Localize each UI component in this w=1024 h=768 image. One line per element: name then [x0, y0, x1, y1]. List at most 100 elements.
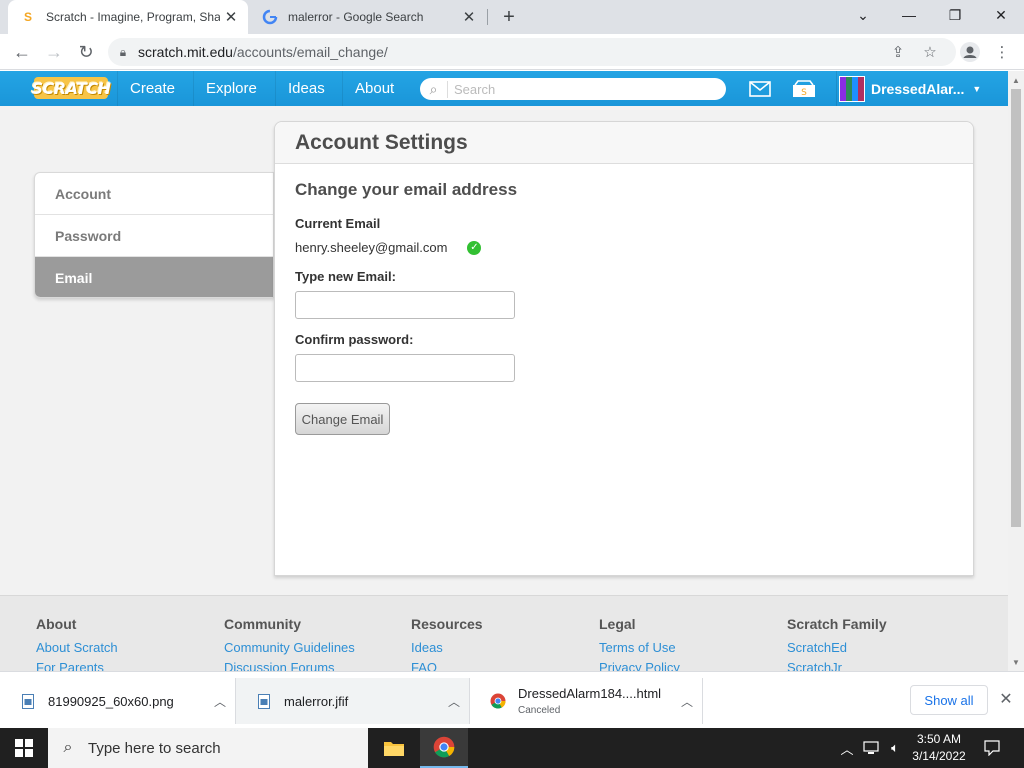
windows-taskbar: ⌕ Type here to search ︿ 🔈︎ 3:50 AM 3/14/… [0, 728, 1024, 768]
page-scrollbar[interactable]: ▲ ▼ [1008, 71, 1024, 671]
sidebar-item-account[interactable]: Account [35, 173, 273, 215]
google-icon [262, 9, 278, 25]
new-tab-icon[interactable]: + [498, 6, 520, 28]
tab-search-chevron-icon[interactable]: ⌄ [840, 0, 886, 30]
windows-start-icon[interactable] [0, 728, 48, 768]
close-tab-icon[interactable]: ✕ [458, 6, 480, 28]
url-host: scratch.mit.edu [138, 44, 233, 60]
forward-arrow-icon[interactable]: → [40, 38, 68, 66]
nav-explore[interactable]: Explore [193, 71, 269, 106]
chevron-up-icon[interactable]: ︿ [205, 693, 235, 710]
footer-link[interactable]: Ideas [411, 640, 483, 655]
messages-icon[interactable] [748, 78, 772, 100]
volume-icon[interactable]: 🔈︎ [884, 728, 906, 768]
show-hidden-icons-icon[interactable]: ︿ [838, 728, 856, 768]
download-item[interactable]: 81990925_60x60.png ︿ [0, 678, 236, 724]
footer-link[interactable]: For Parents [36, 660, 118, 671]
search-input[interactable]: ⌕ Search [420, 78, 726, 100]
back-arrow-icon[interactable]: ← [8, 38, 36, 66]
taskbar-search-input[interactable]: ⌕ Type here to search [48, 728, 368, 768]
notifications-icon[interactable] [980, 728, 1004, 768]
current-email-label: Current Email [295, 216, 381, 231]
footer-link[interactable]: Community Guidelines [224, 640, 355, 655]
footer-column-community: Community Community Guidelines Discussio… [224, 616, 355, 671]
footer-heading: Legal [599, 616, 636, 632]
current-email-row: henry.sheeley@gmail.com ✓ [295, 240, 953, 255]
main-content: Account Password Email Account Settings … [0, 106, 1008, 595]
confirm-password-label: Confirm password: [295, 332, 414, 347]
minimize-icon[interactable]: — [886, 0, 932, 30]
footer-link[interactable]: FAQ [411, 660, 483, 671]
footer-link[interactable]: ScratchJr [787, 660, 887, 671]
reload-icon[interactable]: ↻ [72, 38, 100, 66]
chevron-up-icon[interactable]: ︿ [439, 693, 469, 710]
clock-date: 3/14/2022 [912, 749, 966, 763]
url-path: /accounts/email_change/ [232, 44, 388, 60]
download-item[interactable]: DressedAlarm184....html Canceled ︿ [470, 678, 703, 724]
tab-scratch[interactable]: S Scratch - Imagine, Program, Share ✕ [8, 0, 248, 34]
share-icon[interactable]: ⇪ [884, 38, 912, 66]
verified-check-icon: ✓ [467, 240, 482, 255]
search-icon: ⌕ [63, 739, 73, 756]
chrome-menu-icon[interactable]: ⋮ [988, 38, 1016, 66]
settings-sidebar: Account Password Email [34, 172, 274, 298]
my-stuff-icon[interactable]: S [792, 78, 816, 100]
user-menu[interactable]: DressedAlar... ▼ [836, 71, 981, 106]
close-window-icon[interactable]: ✕ [978, 0, 1024, 30]
file-explorer-icon[interactable] [370, 728, 418, 768]
profile-icon[interactable] [956, 38, 984, 66]
change-email-button[interactable]: Change Email [295, 403, 390, 435]
chevron-down-icon: ▼ [972, 83, 982, 94]
scratch-cat-icon: S [23, 10, 32, 24]
sidebar-item-email[interactable]: Email [35, 257, 273, 297]
nav-ideas[interactable]: Ideas [275, 71, 337, 106]
panel-header: Account Settings [275, 122, 973, 164]
clock-time: 3:50 AM [916, 732, 962, 746]
tab-google-search[interactable]: malerror - Google Search ✕ [250, 0, 486, 34]
footer-link[interactable]: Privacy Policy [599, 660, 680, 671]
scratch-logo[interactable]: SCRATCH [32, 77, 111, 99]
footer-link[interactable]: Terms of Use [599, 640, 680, 655]
site-footer: About About Scratch For Parents Communit… [0, 595, 1008, 671]
chrome-taskbar-icon[interactable] [420, 728, 468, 768]
image-file-icon [20, 693, 36, 709]
scroll-down-icon[interactable]: ▼ [1008, 655, 1024, 669]
footer-link[interactable]: About Scratch [36, 640, 118, 655]
footer-column-scratch-family: Scratch Family ScratchEd ScratchJr [787, 616, 887, 671]
scroll-up-icon[interactable]: ▲ [1008, 73, 1024, 87]
show-all-button[interactable]: Show all [910, 685, 988, 715]
nav-create[interactable]: Create [117, 71, 187, 106]
footer-column-resources: Resources Ideas FAQ [411, 616, 483, 671]
lock-icon[interactable]: 🔒︎ [108, 45, 138, 60]
footer-heading: Community [224, 616, 301, 632]
chevron-up-icon[interactable]: ︿ [672, 693, 702, 710]
footer-column-about: About About Scratch For Parents [36, 616, 118, 671]
address-bar[interactable]: 🔒︎ scratch.mit.edu/accounts/email_change… [108, 38, 956, 66]
tab-title: Scratch - Imagine, Program, Share [46, 10, 220, 24]
network-icon[interactable] [860, 728, 882, 768]
close-downloads-icon[interactable]: ✕ [996, 689, 1016, 709]
tab-title: malerror - Google Search [288, 10, 424, 24]
download-item[interactable]: malerror.jfif ︿ [236, 678, 470, 724]
account-settings-panel: Account Settings Change your email addre… [274, 121, 974, 576]
download-filename: DressedAlarm184....html [518, 686, 662, 701]
bookmark-star-icon[interactable]: ☆ [916, 38, 944, 66]
avatar [839, 75, 865, 102]
nav-about[interactable]: About [342, 71, 406, 106]
close-tab-icon[interactable]: ✕ [220, 6, 242, 28]
confirm-password-field[interactable] [295, 354, 515, 382]
scrollbar-thumb[interactable] [1011, 89, 1021, 527]
svg-text:S: S [801, 88, 807, 98]
restore-icon[interactable]: ❐ [932, 0, 978, 30]
sidebar-item-password[interactable]: Password [35, 215, 273, 257]
tab-separator [487, 9, 488, 25]
search-icon: ⌕ [420, 80, 448, 98]
scratch-navbar: SCRATCH Create Explore Ideas About ⌕ Sea… [0, 71, 1008, 106]
footer-link[interactable]: Discussion Forums [224, 660, 355, 671]
system-clock[interactable]: 3:50 AM 3/14/2022 [908, 731, 970, 765]
footer-heading: Scratch Family [787, 616, 887, 632]
new-email-label: Type new Email: [295, 269, 396, 284]
browser-toolbar: ← → ↻ 🔒︎ scratch.mit.edu/accounts/email_… [0, 34, 1024, 70]
footer-link[interactable]: ScratchEd [787, 640, 887, 655]
new-email-field[interactable] [295, 291, 515, 319]
